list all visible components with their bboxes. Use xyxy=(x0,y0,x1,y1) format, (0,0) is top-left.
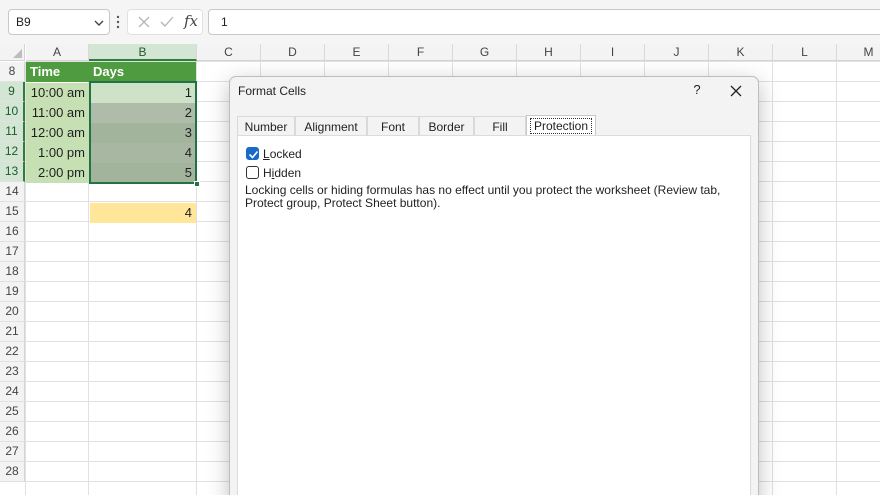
cell-a12[interactable]: 1:00 pm xyxy=(26,143,89,163)
row-header-8[interactable]: 8 xyxy=(0,62,25,82)
row-header-16[interactable]: 16 xyxy=(0,222,25,242)
column-header-k[interactable]: K xyxy=(709,44,773,61)
row-header-19[interactable]: 19 xyxy=(0,282,25,302)
column-header-c[interactable]: C xyxy=(197,44,261,61)
column-header-d[interactable]: D xyxy=(261,44,325,61)
cell-a8[interactable]: Time xyxy=(26,62,89,82)
column-header-b[interactable]: B xyxy=(89,44,197,61)
formula-tools: fx xyxy=(127,9,203,35)
fill-handle[interactable] xyxy=(194,181,200,187)
tab-font[interactable]: Font xyxy=(367,116,419,136)
cell-a13[interactable]: 2:00 pm xyxy=(26,163,89,183)
tab-alignment[interactable]: Alignment xyxy=(295,116,367,136)
column-header-h[interactable]: H xyxy=(517,44,581,61)
row-header-28[interactable]: 28 xyxy=(0,462,25,482)
cell-a10[interactable]: 11:00 am xyxy=(26,103,89,123)
tab-border[interactable]: Border xyxy=(419,116,474,136)
row-header-20[interactable]: 20 xyxy=(0,302,25,322)
row-header-18[interactable]: 18 xyxy=(0,262,25,282)
row-header-27[interactable]: 27 xyxy=(0,442,25,462)
row-header-15[interactable]: 15 xyxy=(0,202,25,222)
row-header-26[interactable]: 26 xyxy=(0,422,25,442)
tab-fill[interactable]: Fill xyxy=(474,116,526,136)
insert-function-button[interactable]: fx xyxy=(184,12,198,30)
hidden-label: Hidden xyxy=(263,166,302,180)
column-header-i[interactable]: I xyxy=(581,44,645,61)
hidden-checkbox[interactable] xyxy=(246,166,259,179)
select-all-corner[interactable] xyxy=(0,44,25,61)
row-header-13[interactable]: 13 xyxy=(0,162,25,182)
row-header-22[interactable]: 22 xyxy=(0,342,25,362)
enter-check-icon[interactable] xyxy=(159,15,175,29)
tab-protection-label: Protection xyxy=(529,118,593,134)
cell-a9[interactable]: 10:00 am xyxy=(26,83,89,103)
row-header-12[interactable]: 12 xyxy=(0,142,25,162)
name-box[interactable]: B9 xyxy=(8,9,110,35)
help-button[interactable]: ? xyxy=(687,82,707,100)
column-header-g[interactable]: G xyxy=(453,44,517,61)
cell-a11[interactable]: 12:00 am xyxy=(26,123,89,143)
selection-border xyxy=(89,81,197,184)
row-header-24[interactable]: 24 xyxy=(0,382,25,402)
protection-panel: Locked Hidden Locking cells or hiding fo… xyxy=(237,135,751,495)
protection-note: Locking cells or hiding formulas has no … xyxy=(245,183,721,210)
row-header-23[interactable]: 23 xyxy=(0,362,25,382)
cancel-icon[interactable] xyxy=(137,15,151,29)
name-box-value: B9 xyxy=(16,15,31,29)
row-header-17[interactable]: 17 xyxy=(0,242,25,262)
close-icon[interactable] xyxy=(728,83,744,99)
row-header-11[interactable]: 11 xyxy=(0,122,25,142)
row-header-9[interactable]: 9 xyxy=(0,82,25,102)
formula-input[interactable]: 1 xyxy=(208,9,880,35)
gridline-vertical xyxy=(772,61,773,495)
formula-value: 1 xyxy=(221,15,228,29)
row-header-25[interactable]: 25 xyxy=(0,402,25,422)
chevron-down-icon[interactable] xyxy=(93,17,105,29)
cell-b8[interactable]: Days xyxy=(89,62,196,82)
more-options-icon[interactable] xyxy=(115,12,121,32)
column-header-a[interactable]: A xyxy=(26,44,89,61)
column-header-f[interactable]: F xyxy=(389,44,453,61)
column-header-j[interactable]: J xyxy=(645,44,709,61)
dialog-title: Format Cells xyxy=(238,84,307,98)
locked-checkbox[interactable] xyxy=(246,147,259,160)
tab-number[interactable]: Number xyxy=(237,116,295,136)
formula-bar: B9 fx 1 xyxy=(0,0,880,44)
checkmark-icon xyxy=(248,150,259,159)
column-header-e[interactable]: E xyxy=(325,44,389,61)
row-header-21[interactable]: 21 xyxy=(0,322,25,342)
column-header-l[interactable]: L xyxy=(773,44,837,61)
gridline-vertical xyxy=(836,61,837,495)
locked-label: Locked xyxy=(263,147,302,161)
tab-protection[interactable]: Protection xyxy=(526,115,596,136)
row-header-14[interactable]: 14 xyxy=(0,182,25,202)
cell-b15[interactable]: 4 xyxy=(90,203,196,223)
format-cells-dialog: Format Cells ? Number Alignment Font Bor… xyxy=(229,76,759,495)
row-header-10[interactable]: 10 xyxy=(0,102,25,122)
column-header-m[interactable]: M xyxy=(837,44,880,61)
